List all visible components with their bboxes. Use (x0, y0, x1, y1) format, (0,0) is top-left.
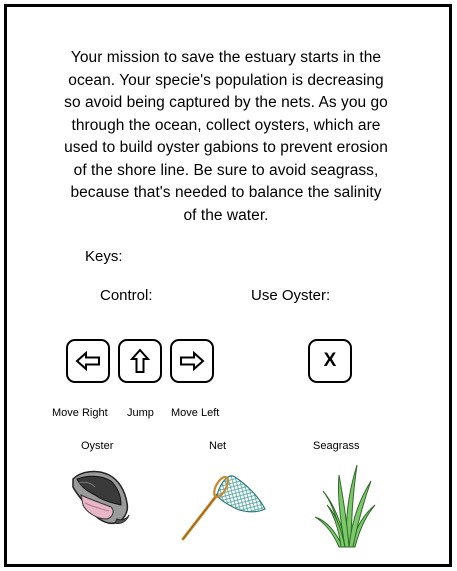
mission-line: Your mission to save the estuary starts … (70, 49, 382, 66)
jump-caption: Jump (127, 407, 154, 419)
oyster-label: Oyster (81, 440, 114, 452)
mission-line: so avoid being captured by the nets. As … (64, 94, 388, 111)
seagrass-icon (314, 464, 376, 548)
x-key-glyph: X (323, 350, 337, 371)
instructions-panel: Your mission to save the estuary starts … (4, 4, 452, 567)
left-arrow-key[interactable] (66, 339, 110, 383)
up-arrow-key[interactable] (118, 339, 162, 383)
control-label: Control: (100, 287, 153, 304)
net-label: Net (209, 440, 227, 452)
mission-line: through the ocean, collect oysters, whic… (71, 116, 381, 134)
up-arrow-icon (129, 348, 151, 373)
move-right-caption: Move Right (52, 407, 108, 419)
oyster-icon (72, 470, 130, 525)
right-arrow-icon (180, 350, 205, 372)
move-left-caption: Move Left (171, 407, 220, 419)
use-oyster-label: Use Oyster: (251, 287, 331, 304)
left-arrow-icon (75, 350, 100, 372)
seagrass-label: Seagrass (313, 440, 360, 452)
net-icon (181, 475, 266, 541)
mission-line: because that's needed to balance the sal… (70, 184, 382, 201)
mission-line: used to build oyster gabions to prevent … (64, 139, 388, 156)
mission-line: of the water. (183, 206, 269, 224)
mission-text: Your mission to save the estuary starts … (53, 47, 399, 227)
right-arrow-key[interactable] (170, 339, 214, 383)
keys-heading: Keys: (85, 248, 123, 265)
mission-line: ocean. Your specie's population is decre… (68, 71, 384, 89)
mission-line: of the shore line. Be sure to avoid seag… (73, 161, 379, 179)
use-oyster-key[interactable]: X (308, 339, 352, 383)
